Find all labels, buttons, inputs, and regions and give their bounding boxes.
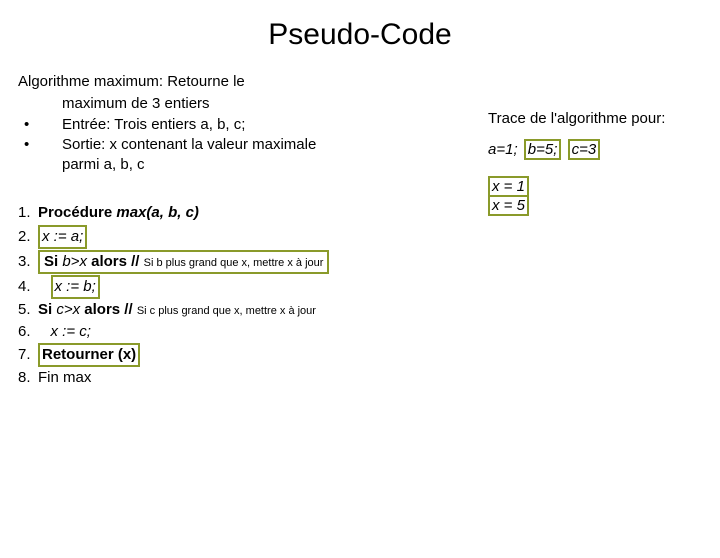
step3-cond: b>x xyxy=(62,253,91,270)
step-body: x := b; xyxy=(38,275,478,299)
trace-title: Trace de l'algorithme pour: xyxy=(488,110,702,127)
trace-x1: x = 1 xyxy=(488,176,702,197)
step-2: 2. x := a; xyxy=(18,225,478,249)
step-number: 1. xyxy=(18,203,38,223)
step5-cond: c>x xyxy=(56,301,84,318)
step-body: x := a; xyxy=(38,225,478,249)
trace-x2-val: x = 5 xyxy=(488,195,529,216)
step-7: 7. Retourner (x) xyxy=(18,343,478,367)
step2-assign: x := a; xyxy=(38,225,87,249)
step-number: 7. xyxy=(18,345,38,365)
trace-inputs: a=1; b=5; c=3 xyxy=(488,139,702,160)
trace-x1-val: x = 1 xyxy=(488,176,529,197)
trace-a: a=1; xyxy=(488,141,518,158)
step-number: 3. xyxy=(18,252,38,272)
trace-c: c=3 xyxy=(568,139,601,160)
sortie-text2: parmi a, b, c xyxy=(18,155,478,175)
step-body: Si b>x alors // Si b plus grand que x, m… xyxy=(38,250,478,274)
step3-si: Si xyxy=(44,253,62,270)
content-area: Algorithme maximum: Retourne le maximum … xyxy=(0,72,720,389)
right-column: Trace de l'algorithme pour: a=1; b=5; c=… xyxy=(478,72,702,389)
step6-assign: x := c; xyxy=(51,323,91,340)
step-number: 5. xyxy=(18,300,38,320)
entry-text: Entrée: Trois entiers a, b, c; xyxy=(62,115,478,135)
step-number: 6. xyxy=(18,322,38,342)
step3-boxed: Si b>x alors // Si b plus grand que x, m… xyxy=(38,250,329,274)
step-body: x := c; xyxy=(38,322,478,342)
trace-b: b=5; xyxy=(524,139,562,160)
slide-title: Pseudo-Code xyxy=(0,18,720,52)
bullet-sortie: • Sortie: x contenant la valeur maximale xyxy=(18,135,478,155)
trace-x2: x = 5 xyxy=(488,195,702,216)
step-body: Retourner (x) xyxy=(38,343,478,367)
step-6: 6. x := c; xyxy=(18,322,478,342)
step1-lead: Procédure xyxy=(38,204,116,221)
step-3: 3. Si b>x alors // Si b plus grand que x… xyxy=(18,250,478,274)
step-body: Si c>x alors // Si c plus grand que x, m… xyxy=(38,300,478,320)
desc-line1: Algorithme maximum: Retourne le xyxy=(18,72,478,92)
bullet-dot: • xyxy=(18,115,62,135)
step5-si: Si xyxy=(38,301,56,318)
step4-assign: x := b; xyxy=(51,275,100,299)
left-column: Algorithme maximum: Retourne le maximum … xyxy=(18,72,478,389)
sortie-text1: Sortie: x contenant la valeur maximale xyxy=(62,135,478,155)
step3-alors: alors // xyxy=(91,253,144,270)
step-number: 4. xyxy=(18,277,38,297)
step-number: 8. xyxy=(18,368,38,388)
step5-comment: Si c plus grand que x, mettre x à jour xyxy=(137,305,316,317)
step-5: 5. Si c>x alors // Si c plus grand que x… xyxy=(18,300,478,320)
step-8: 8. Fin max xyxy=(18,368,478,388)
step-1: 1. Procédure max(a, b, c) xyxy=(18,203,478,223)
desc-line2: maximum de 3 entiers xyxy=(18,94,478,114)
step-number: 2. xyxy=(18,227,38,247)
step5-alors: alors // xyxy=(84,301,137,318)
steps-list: 1. Procédure max(a, b, c) 2. x := a; 3. … xyxy=(18,203,478,388)
step-body: Fin max xyxy=(38,368,478,388)
step1-proc: max(a, b, c) xyxy=(116,204,199,221)
step-body: Procédure max(a, b, c) xyxy=(38,203,478,223)
step3-comment: Si b plus grand que x, mettre x à jour xyxy=(144,257,324,269)
algorithm-description: Algorithme maximum: Retourne le maximum … xyxy=(18,72,478,175)
bullet-entry: • Entrée: Trois entiers a, b, c; xyxy=(18,115,478,135)
step7-return: Retourner (x) xyxy=(38,343,140,367)
step-4: 4. x := b; xyxy=(18,275,478,299)
bullet-dot: • xyxy=(18,135,62,155)
